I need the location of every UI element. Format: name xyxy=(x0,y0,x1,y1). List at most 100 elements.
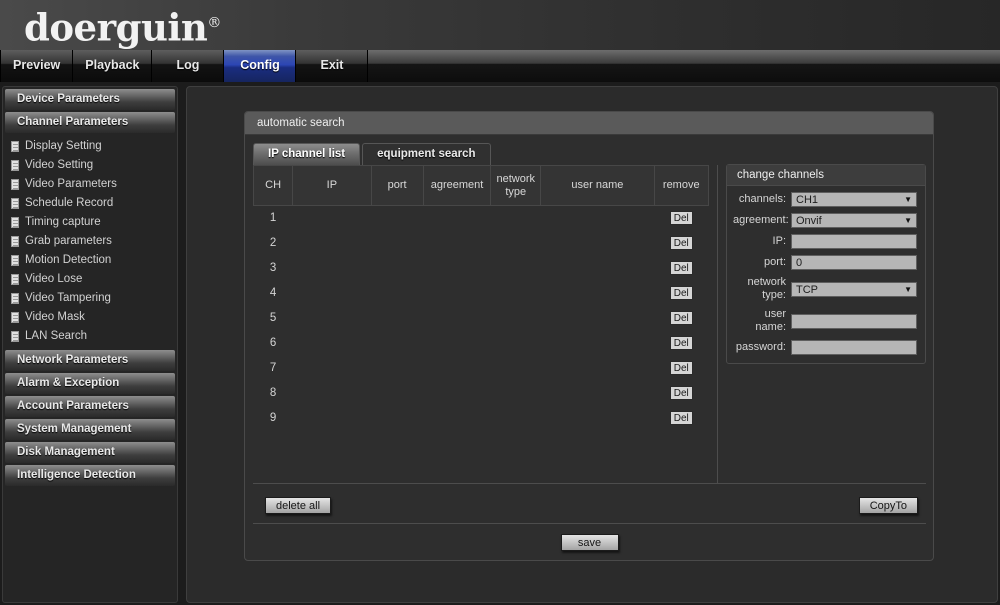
delete-row-button[interactable]: Del xyxy=(669,236,693,250)
cell-ip xyxy=(292,355,372,381)
port-input[interactable]: 0 xyxy=(791,255,917,270)
channels-value: CH1 xyxy=(796,194,819,206)
cell-agreement xyxy=(423,230,491,256)
agreement-select[interactable]: Onvif ▼ xyxy=(791,213,917,228)
sidebar-item-grab-parameters[interactable]: Grab parameters xyxy=(3,232,177,251)
sidebar-item-video-parameters[interactable]: Video Parameters xyxy=(3,175,177,194)
sidebar-group-device-parameters[interactable]: Device Parameters xyxy=(5,89,175,110)
cell-remove: Del xyxy=(654,305,709,331)
sidebar-item-label: Timing capture xyxy=(25,216,101,228)
document-icon xyxy=(11,293,19,304)
sidebar-item-video-mask[interactable]: Video Mask xyxy=(3,308,177,327)
sidebar-item-video-tampering[interactable]: Video Tampering xyxy=(3,289,177,308)
cell-ip xyxy=(292,255,372,281)
cell-ch: 2 xyxy=(253,230,293,256)
table-row[interactable]: 7 Del xyxy=(253,355,709,381)
sidebar-item-timing-capture[interactable]: Timing capture xyxy=(3,213,177,232)
delete-row-button[interactable]: Del xyxy=(669,261,693,275)
cell-remove: Del xyxy=(654,405,709,431)
sidebar-item-label: Video Tampering xyxy=(25,292,111,304)
cell-user-name xyxy=(540,280,655,306)
sidebar-item-display-setting[interactable]: Display Setting xyxy=(3,137,177,156)
tab-ip-channel-list[interactable]: IP channel list xyxy=(253,143,361,165)
table-row[interactable]: 9 Del xyxy=(253,405,709,431)
chevron-down-icon: ▼ xyxy=(904,195,912,204)
password-input[interactable] xyxy=(791,340,917,355)
table-row[interactable]: 4 Del xyxy=(253,280,709,306)
network-type-label: network type: xyxy=(747,276,786,301)
delete-row-button[interactable]: Del xyxy=(669,411,693,425)
nav-tab-config[interactable]: Config xyxy=(224,50,297,82)
sidebar-group-system-management[interactable]: System Management xyxy=(5,419,175,440)
nav-tab-playback[interactable]: Playback xyxy=(73,50,153,82)
sidebar-group-account-parameters[interactable]: Account Parameters xyxy=(5,396,175,417)
sidebar: Device Parameters Channel Parameters Dis… xyxy=(2,86,178,603)
save-button[interactable]: save xyxy=(560,533,619,551)
cell-network-type xyxy=(490,255,541,281)
cell-ch: 8 xyxy=(253,380,293,406)
column-header-ch: CH xyxy=(252,165,294,206)
delete-row-button[interactable]: Del xyxy=(669,311,693,325)
sidebar-item-motion-detection[interactable]: Motion Detection xyxy=(3,251,177,270)
sidebar-item-lan-search[interactable]: LAN Search xyxy=(3,327,177,346)
sidebar-group-alarm-exception[interactable]: Alarm & Exception xyxy=(5,373,175,394)
delete-row-button[interactable]: Del xyxy=(669,361,693,375)
nav-tab-preview[interactable]: Preview xyxy=(0,50,74,82)
table-row[interactable]: 5 Del xyxy=(253,305,709,331)
ip-label: IP: xyxy=(772,235,786,247)
delete-row-button[interactable]: Del xyxy=(669,286,693,300)
sidebar-item-label: Video Mask xyxy=(25,311,85,323)
sidebar-group-disk-management[interactable]: Disk Management xyxy=(5,442,175,463)
delete-row-button[interactable]: Del xyxy=(669,386,693,400)
cell-agreement xyxy=(423,380,491,406)
divider-above-buttons xyxy=(253,483,926,484)
panel-body: IP channel list equipment search CH IP p… xyxy=(245,135,933,561)
delete-row-button[interactable]: Del xyxy=(669,211,693,226)
sidebar-item-label: Display Setting xyxy=(25,140,102,152)
copy-to-button[interactable]: CopyTo xyxy=(858,497,918,514)
cell-network-type xyxy=(490,355,541,381)
network-type-select[interactable]: TCP ▼ xyxy=(791,281,917,297)
channels-select[interactable]: CH1 ▼ xyxy=(791,192,917,207)
cell-port xyxy=(371,205,424,231)
cell-agreement xyxy=(423,330,491,356)
vertical-divider xyxy=(717,165,718,483)
ip-input[interactable] xyxy=(791,234,917,249)
sidebar-item-video-setting[interactable]: Video Setting xyxy=(3,156,177,175)
user-name-input[interactable] xyxy=(791,313,917,329)
brand-name: doerguin xyxy=(24,5,208,50)
delete-row-button[interactable]: Del xyxy=(669,336,693,350)
sidebar-item-video-lose[interactable]: Video Lose xyxy=(3,270,177,289)
tab-equipment-search[interactable]: equipment search xyxy=(362,143,491,165)
sidebar-group-network-parameters[interactable]: Network Parameters xyxy=(5,350,175,371)
table-row[interactable]: 3 Del xyxy=(253,255,709,281)
table-row[interactable]: 2 Del xyxy=(253,230,709,256)
cell-user-name xyxy=(540,330,655,356)
table-row[interactable]: 6 Del xyxy=(253,330,709,356)
delete-all-button[interactable]: delete all xyxy=(265,497,332,514)
sidebar-item-schedule-record[interactable]: Schedule Record xyxy=(3,194,177,213)
cell-port xyxy=(371,280,424,306)
document-icon xyxy=(11,255,19,266)
nav-tab-exit[interactable]: Exit xyxy=(296,50,369,82)
agreement-label: agreement: xyxy=(733,214,789,226)
document-icon xyxy=(11,198,19,209)
chevron-down-icon: ▼ xyxy=(904,284,912,294)
sidebar-group-intelligence-detection[interactable]: Intelligence Detection xyxy=(5,465,175,486)
cell-agreement xyxy=(423,205,491,231)
brand-logo: doerguin® xyxy=(24,1,221,49)
cell-ip xyxy=(292,405,372,431)
cell-ch: 6 xyxy=(253,330,293,356)
sidebar-group-channel-parameters[interactable]: Channel Parameters xyxy=(5,112,175,133)
sidebar-sublist-channel-parameters: Display Setting Video Setting Video Para… xyxy=(3,135,177,350)
table-row[interactable]: 8 Del xyxy=(253,380,709,406)
table-row[interactable]: 1 Del xyxy=(253,205,709,231)
agreement-value: Onvif xyxy=(796,215,822,227)
nav-tab-log[interactable]: Log xyxy=(152,50,225,82)
app-header: doerguin® xyxy=(0,0,1000,50)
field-row-password: password: xyxy=(733,340,917,355)
cell-network-type xyxy=(490,380,541,406)
cell-remove: Del xyxy=(654,380,709,406)
cell-ip xyxy=(292,230,372,256)
cell-remove: Del xyxy=(654,280,709,306)
